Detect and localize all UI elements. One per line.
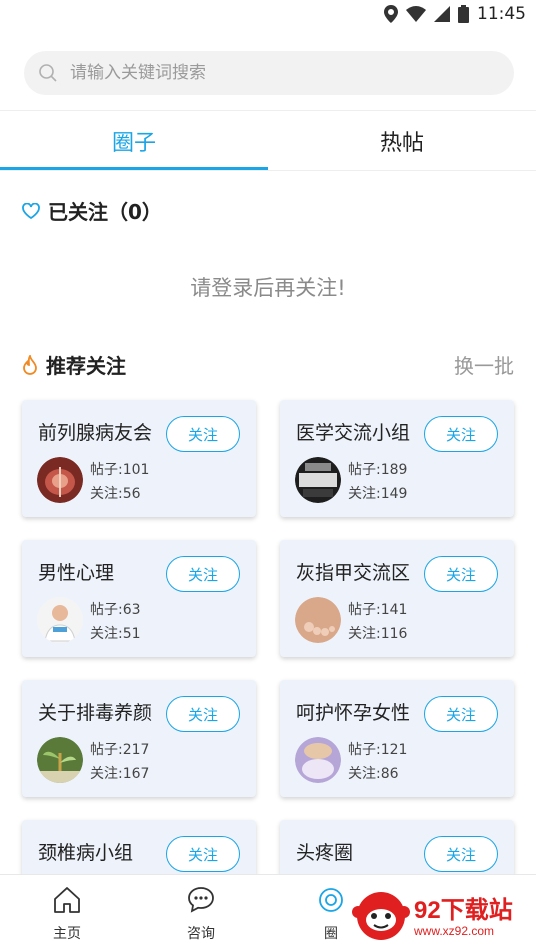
circle-stats: 帖子:189 关注:149 <box>348 458 407 506</box>
post-count: 帖子:189 <box>348 462 408 478</box>
post-count: 帖子:141 <box>348 602 408 618</box>
followed-header: 已关注（0） <box>22 196 162 225</box>
circle-name: 颈椎病小组 <box>38 842 134 864</box>
post-count: 帖子:101 <box>90 462 150 478</box>
circle-card[interactable]: 灰指甲交流区 关注 帖子:141 关注:116 <box>280 540 514 657</box>
follow-button[interactable]: 关注 <box>166 556 240 592</box>
home-icon <box>54 887 80 913</box>
circle-name: 关于排毒养颜 <box>38 702 153 724</box>
status-time: 11:45 <box>477 4 526 24</box>
follower-count: 关注:56 <box>90 486 141 502</box>
nav-home[interactable]: 主页 <box>32 885 102 943</box>
nav-consult[interactable]: 咨询 <box>166 885 236 943</box>
fire-icon <box>23 354 37 375</box>
signal-icon <box>434 6 450 22</box>
followed-title: 已关注（0） <box>48 200 162 224</box>
foot-image <box>295 597 341 643</box>
follow-button[interactable]: 关注 <box>424 836 498 872</box>
watermark-text: 92下载站 <box>414 897 513 924</box>
status-bar: 11:45 <box>0 0 536 28</box>
circle-stats: 帖子:63 关注:51 <box>90 598 141 646</box>
pregnancy-image <box>295 737 341 783</box>
post-count: 帖子:121 <box>348 742 408 758</box>
post-count: 帖子:63 <box>90 602 141 618</box>
doctor-image <box>37 597 83 643</box>
tab-circle[interactable]: 圈子 <box>0 111 268 170</box>
nav-label: 主页 <box>53 926 81 942</box>
search-input[interactable] <box>70 63 470 83</box>
circle-name: 灰指甲交流区 <box>296 562 411 584</box>
circle-stats: 帖子:141 关注:116 <box>348 598 407 646</box>
tab-underline <box>0 167 268 170</box>
nav-label: 咨询 <box>187 926 215 942</box>
circle-name: 前列腺病友会 <box>38 422 153 444</box>
prostate-image <box>37 457 83 503</box>
circle-stats: 帖子:217 关注:167 <box>90 738 149 786</box>
follow-button[interactable]: 关注 <box>166 416 240 452</box>
circle-stats: 帖子:121 关注:86 <box>348 738 407 786</box>
circle-name: 男性心理 <box>38 562 115 584</box>
monkey-logo-icon <box>352 892 410 940</box>
search-icon <box>39 64 57 82</box>
circle-name: 头疼圈 <box>296 842 354 864</box>
tab-bar: 圈子 热帖 <box>0 111 536 171</box>
battery-icon <box>458 5 469 23</box>
chat-icon <box>188 887 214 913</box>
follower-count: 关注:51 <box>90 626 141 642</box>
circle-name: 呵护怀孕女性 <box>296 702 411 724</box>
tab-hot-posts[interactable]: 热帖 <box>268 111 536 170</box>
wifi-icon <box>406 6 426 22</box>
recommend-header: 推荐关注 换一批 <box>22 350 514 379</box>
heart-icon <box>22 202 40 219</box>
follow-button[interactable]: 关注 <box>424 696 498 732</box>
follower-count: 关注:116 <box>348 626 408 642</box>
watermark-url: www.xz92.com <box>414 924 495 938</box>
circle-icon <box>319 888 343 912</box>
follow-button[interactable]: 关注 <box>424 556 498 592</box>
swap-batch-button[interactable]: 换一批 <box>454 350 514 379</box>
status-icons: 11:45 <box>384 4 526 24</box>
plant-image <box>37 737 83 783</box>
follower-count: 关注:86 <box>348 766 399 782</box>
tab-label: 圈子 <box>111 130 156 156</box>
search-bar[interactable] <box>24 51 514 95</box>
circle-card[interactable]: 前列腺病友会 关注 帖子:101 关注:56 <box>22 400 256 517</box>
follower-count: 关注:149 <box>348 486 408 502</box>
login-hint[interactable]: 请登录后再关注! <box>0 272 536 302</box>
post-count: 帖子:217 <box>90 742 150 758</box>
follower-count: 关注:167 <box>90 766 150 782</box>
circle-name: 医学交流小组 <box>296 422 411 444</box>
circle-card[interactable]: 呵护怀孕女性 关注 帖子:121 关注:86 <box>280 680 514 797</box>
recommend-title: 推荐关注 <box>46 354 126 378</box>
circle-stats: 帖子:101 关注:56 <box>90 458 149 506</box>
circle-card[interactable]: 医学交流小组 关注 帖子:189 关注:149 <box>280 400 514 517</box>
tab-label: 热帖 <box>379 130 424 156</box>
location-icon <box>384 5 398 23</box>
circle-card[interactable]: 男性心理 关注 帖子:63 关注:51 <box>22 540 256 657</box>
follow-button[interactable]: 关注 <box>166 696 240 732</box>
circle-card[interactable]: 关于排毒养颜 关注 帖子:217 关注:167 <box>22 680 256 797</box>
follow-button[interactable]: 关注 <box>424 416 498 452</box>
watermark: 92下载站 www.xz92.com <box>350 884 536 944</box>
follow-button[interactable]: 关注 <box>166 836 240 872</box>
medical-image <box>295 457 341 503</box>
